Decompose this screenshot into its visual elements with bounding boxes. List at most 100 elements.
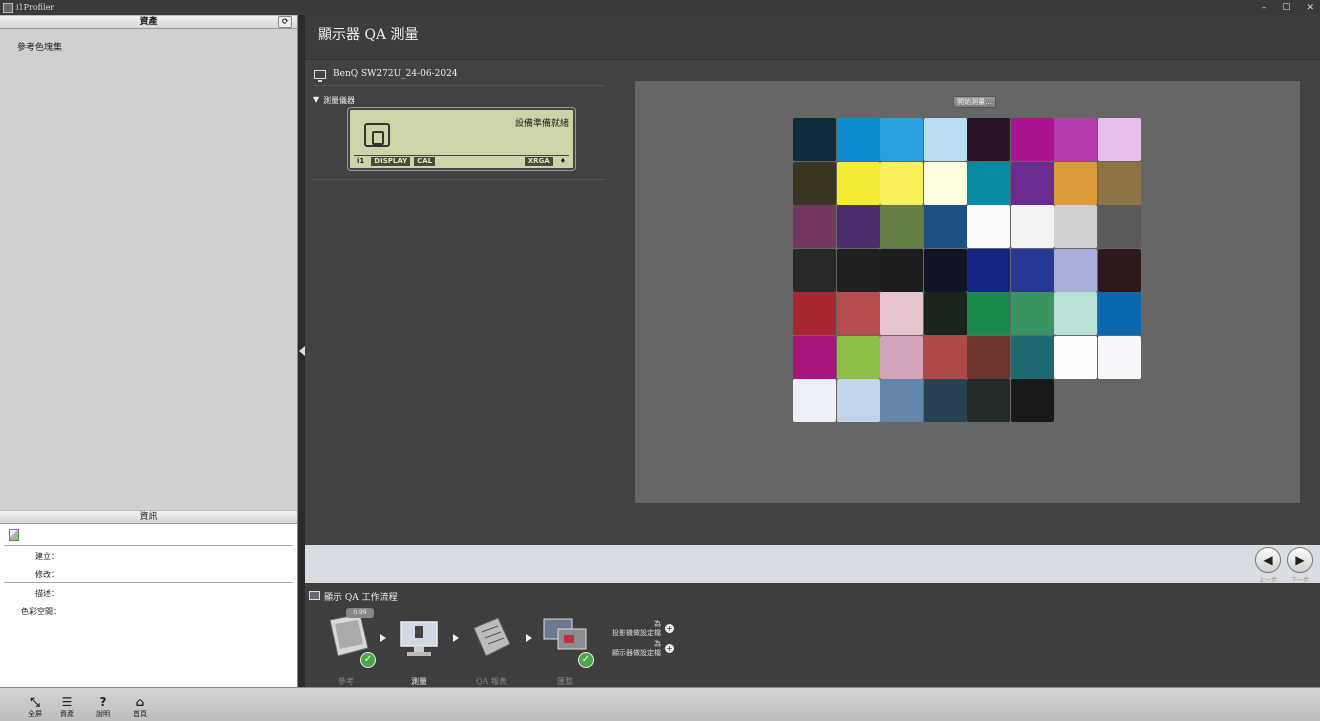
arrow-right-icon	[380, 634, 386, 642]
device-lcd: 設備準備就緒 i1 DISPLAY CAL XRGA ♦	[348, 108, 575, 170]
color-patch	[1097, 118, 1141, 161]
help-button[interactable]: ? 說明	[92, 696, 114, 719]
color-patch	[1054, 161, 1097, 205]
patch-grid	[793, 118, 1141, 422]
color-patch	[1054, 335, 1097, 379]
color-patch	[1097, 248, 1141, 292]
fullscreen-icon: ⤡	[30, 695, 40, 709]
title-bar: i1Profiler – ☐ ✕	[0, 0, 1320, 15]
color-patch	[793, 248, 836, 292]
monitor-icon	[314, 70, 326, 82]
fullscreen-button[interactable]: ⤡ 全屏	[24, 696, 46, 719]
next-button[interactable]: ▶	[1287, 547, 1313, 573]
minimize-icon[interactable]: –	[1262, 3, 1267, 13]
projector-profile-link[interactable]: 為 投影機做設定檔	[601, 620, 661, 638]
check-icon: ✓	[360, 652, 376, 668]
nav-strip	[305, 545, 1320, 583]
info-colorspace-label: 色彩空間：	[21, 607, 61, 616]
monitor-measure-icon	[400, 621, 438, 656]
add-display-profile-icon[interactable]: +	[665, 644, 674, 653]
home-button[interactable]: ⌂ 首頁	[129, 696, 151, 719]
color-patch	[836, 379, 880, 422]
asset-item-reference-set[interactable]: 參考色塊集	[17, 40, 62, 53]
color-patch	[1054, 205, 1097, 248]
color-patch	[1010, 335, 1054, 379]
color-patch	[923, 379, 967, 422]
close-icon[interactable]: ✕	[1306, 3, 1314, 13]
color-patch	[1097, 205, 1141, 248]
info-description-label: 描述：	[35, 589, 59, 598]
info-panel: 建立： 修改： 描述： 色彩空間：	[0, 524, 297, 687]
assets-button[interactable]: ☰ 資產	[56, 696, 78, 719]
color-patch	[967, 118, 1010, 161]
color-patch	[1097, 161, 1141, 205]
reference-badge: 0.99	[346, 608, 374, 618]
divider	[4, 545, 293, 546]
expand-triangle-icon[interactable]: ▼	[313, 95, 319, 104]
color-patch	[923, 292, 967, 335]
color-patch	[1054, 118, 1097, 161]
color-patch	[967, 379, 1010, 422]
arrow-right-icon	[453, 634, 459, 642]
color-patch	[793, 292, 836, 335]
check-icon: ✓	[578, 652, 594, 668]
color-patch	[793, 161, 836, 205]
app-icon	[3, 2, 13, 13]
color-patch	[923, 161, 967, 205]
color-patch	[1010, 118, 1054, 161]
color-patch	[1097, 292, 1141, 335]
workflow-step-label: 匯整	[557, 677, 573, 686]
color-patch	[836, 248, 880, 292]
color-patch	[880, 292, 923, 335]
color-patch	[923, 335, 967, 379]
lcd-tag-display: DISPLAY	[371, 156, 411, 166]
color-patch	[880, 205, 923, 248]
device-section-title: 測量儀器	[323, 96, 355, 105]
prev-button[interactable]: ◀	[1255, 547, 1281, 573]
color-patch	[793, 379, 836, 422]
display-profile-link[interactable]: 為 顯示器做設定檔	[601, 640, 661, 658]
add-projector-profile-icon[interactable]: +	[665, 624, 674, 633]
info-modified-label: 修改：	[35, 570, 59, 579]
color-patch	[880, 248, 923, 292]
document-icon	[9, 529, 19, 541]
color-patch	[836, 205, 880, 248]
instrument-icon	[364, 123, 390, 147]
arrow-right-icon	[526, 634, 532, 642]
color-patch	[923, 118, 967, 161]
color-patch	[1010, 379, 1054, 422]
workflow-step-qa-report[interactable]	[468, 614, 514, 663]
home-icon: ⌂	[135, 695, 145, 709]
color-patch	[1010, 248, 1054, 292]
lcd-tag-xrga: XRGA	[524, 156, 553, 166]
refresh-icon[interactable]: ⟳	[278, 16, 292, 28]
workflow-icon	[309, 591, 320, 600]
color-patch	[880, 118, 923, 161]
divider	[4, 582, 293, 583]
workflow-step-label: QA 報表	[476, 677, 507, 686]
info-header-label: 資訊	[139, 512, 158, 522]
bulb-icon: ♦	[559, 156, 566, 165]
assets-list: 參考色塊集	[0, 29, 297, 509]
page-title: 顯示器 QA 測量	[318, 27, 419, 43]
lcd-status-bar: i1 DISPLAY CAL XRGA ♦	[354, 155, 569, 166]
color-patch	[923, 205, 967, 248]
color-patch	[967, 292, 1010, 335]
workflow-title: 顯示 QA 工作流程	[324, 593, 398, 603]
color-patch	[967, 335, 1010, 379]
workflow-step-measure[interactable]	[399, 620, 439, 663]
color-patch	[836, 292, 880, 335]
info-created-label: 建立：	[35, 552, 59, 561]
i1-logo-icon: i1	[357, 156, 365, 165]
color-patch	[967, 205, 1010, 248]
color-patch	[836, 118, 880, 161]
start-measurement-button[interactable]: 開始測量...	[953, 96, 996, 108]
workflow-step-label: 參考	[338, 677, 354, 686]
bottom-toolbar: ⤡ 全屏 ☰ 資產 ? 說明 ⌂ 首頁	[0, 687, 1320, 721]
color-patch	[880, 379, 923, 422]
color-patch	[1010, 161, 1054, 205]
maximize-icon[interactable]: ☐	[1282, 3, 1290, 13]
color-patch	[1010, 205, 1054, 248]
color-patch	[793, 118, 836, 161]
assets-header: 資產 ⟳	[0, 15, 297, 29]
